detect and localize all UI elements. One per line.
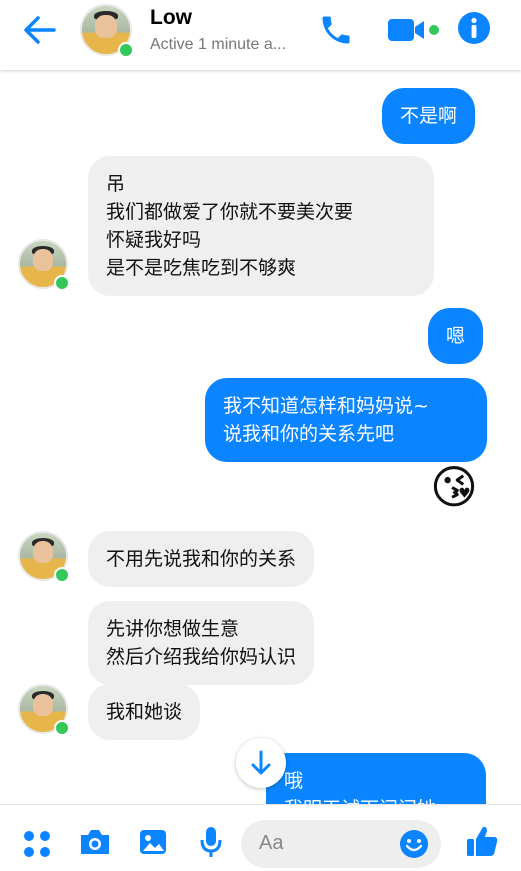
phone-icon[interactable] <box>318 12 354 52</box>
image-icon[interactable] <box>138 827 168 861</box>
back-arrow-icon[interactable] <box>20 14 60 46</box>
composer-bar: Aa <box>0 804 521 871</box>
message-bubble-incoming[interactable]: 吊 我们都做爱了你就不要美次要 怀疑我好吗 是不是吃焦吃到不够爽 <box>88 156 434 296</box>
camera-icon[interactable] <box>78 827 112 861</box>
scroll-to-bottom-button[interactable] <box>236 738 286 788</box>
message-input-placeholder: Aa <box>259 832 284 854</box>
message-bubble-incoming[interactable]: 我和她谈 <box>88 684 201 740</box>
avatar[interactable] <box>18 239 70 291</box>
message-bubble-outgoing[interactable]: 嗯 <box>428 308 484 364</box>
conversation-header: Low Active 1 minute a... <box>0 0 521 70</box>
message-bubble-outgoing[interactable]: 不是啊 <box>382 88 476 144</box>
info-icon[interactable] <box>457 11 491 49</box>
online-indicator <box>54 275 70 291</box>
message-bubble-incoming[interactable]: 先讲你想做生意 然后介绍我给你妈认识 <box>88 601 315 685</box>
apps-icon[interactable] <box>22 829 52 863</box>
online-indicator <box>118 42 134 58</box>
avatar[interactable] <box>18 531 70 583</box>
avatar[interactable] <box>18 684 70 736</box>
online-indicator <box>54 567 70 583</box>
message-input[interactable]: Aa <box>241 820 441 868</box>
message-bubble-outgoing[interactable]: 我不知道怎样和妈妈说~ 说我和你的关系先吧 <box>205 378 487 462</box>
emoji-icon[interactable] <box>399 829 429 863</box>
online-indicator <box>54 720 70 736</box>
message-thread[interactable]: 不是啊 吊 我们都做爱了你就不要美次要 怀疑我好吗 是不是吃焦吃到不够爽 嗯 我… <box>0 70 521 804</box>
contact-name[interactable]: Low <box>150 6 192 30</box>
avatar[interactable] <box>80 4 134 58</box>
mic-icon[interactable] <box>198 825 224 863</box>
arrow-down-icon <box>251 750 271 775</box>
message-bubble-incoming[interactable]: 不用先说我和你的关系 <box>88 531 315 587</box>
emoji-message[interactable]: 😘 <box>430 460 478 514</box>
message-bubble-outgoing[interactable]: 哦 我明天试下问问她 <box>266 753 486 804</box>
like-icon[interactable] <box>464 823 500 863</box>
video-icon[interactable] <box>386 16 442 48</box>
active-status: Active 1 minute a... <box>150 36 287 53</box>
